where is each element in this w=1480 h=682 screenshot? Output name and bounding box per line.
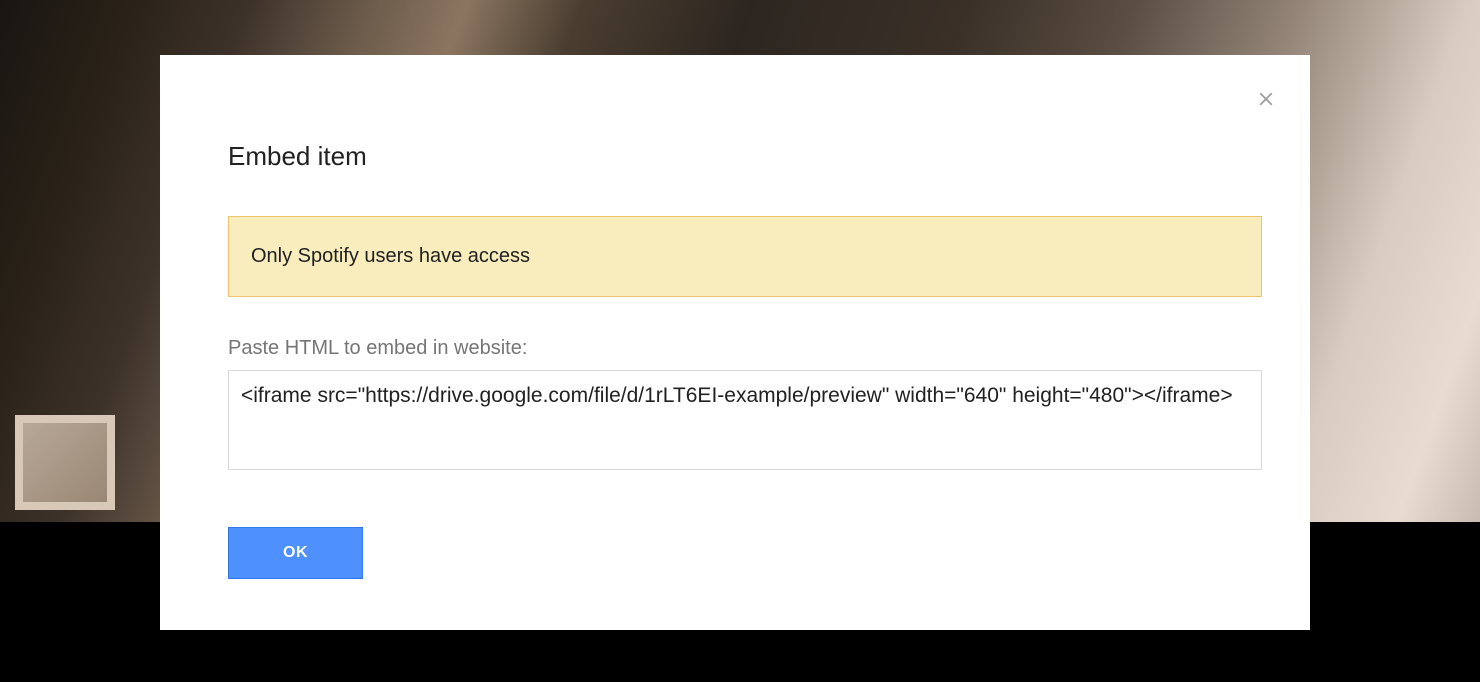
close-button[interactable] bbox=[1250, 83, 1282, 115]
embed-code-textarea[interactable] bbox=[228, 370, 1262, 470]
embed-item-dialog: Embed item Only Spotify users have acces… bbox=[160, 55, 1310, 630]
ok-button[interactable]: OK bbox=[228, 527, 363, 579]
backdrop-picture-frame bbox=[15, 415, 115, 510]
close-icon bbox=[1255, 88, 1277, 110]
dialog-title: Embed item bbox=[228, 141, 1262, 172]
access-notice-banner: Only Spotify users have access bbox=[228, 216, 1262, 297]
embed-field-label: Paste HTML to embed in website: bbox=[228, 337, 1262, 360]
access-notice-text: Only Spotify users have access bbox=[251, 245, 1239, 268]
